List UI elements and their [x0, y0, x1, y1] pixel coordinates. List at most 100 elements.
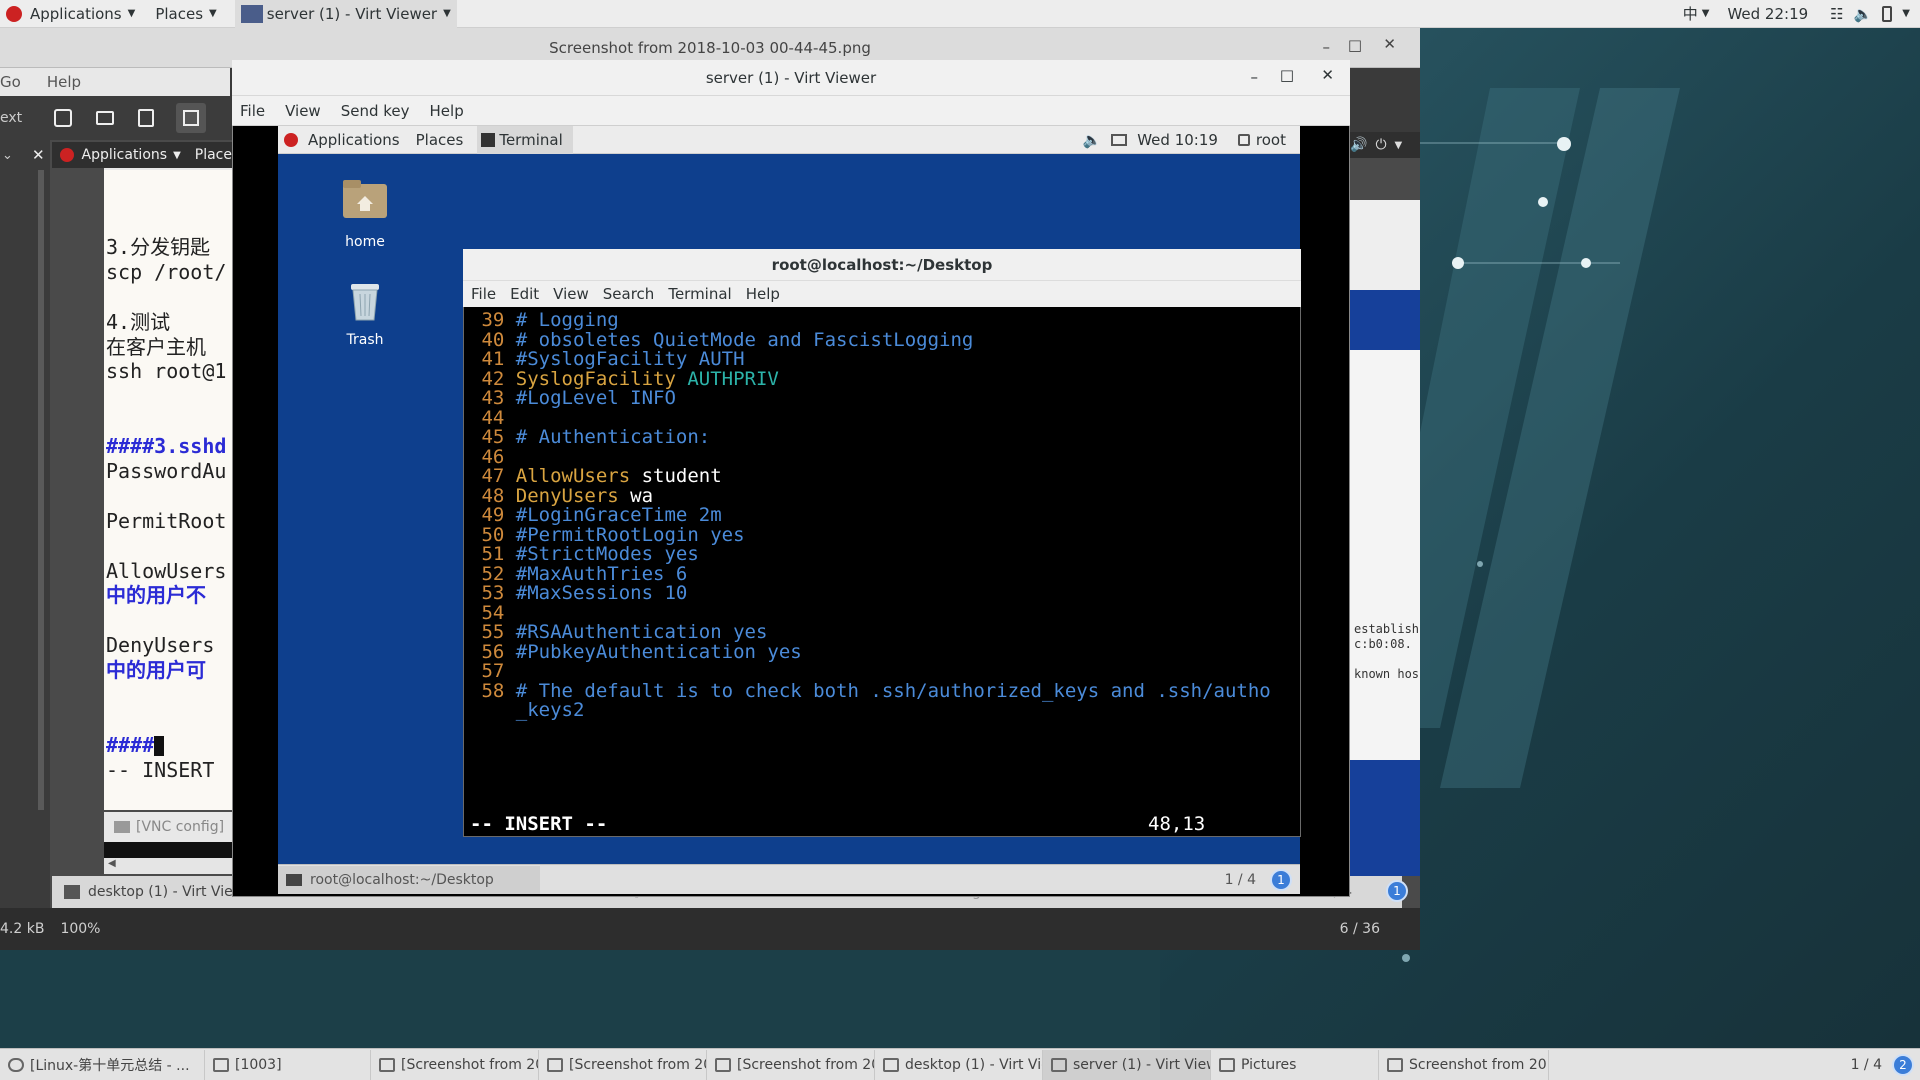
input-method-icon[interactable]: 中	[1683, 3, 1698, 24]
desktop-wallpaper-bottom	[0, 948, 1160, 1048]
code-token: #PubkeyAuthentication yes	[515, 640, 802, 663]
guest-workspace-badge[interactable]: 1	[1270, 868, 1292, 891]
guest-user[interactable]: root	[1256, 131, 1286, 149]
taskbar-item-label: [Linux-第十单元总结 - ...	[30, 1057, 190, 1074]
rotate-tool-icon[interactable]	[138, 109, 155, 127]
places-menu[interactable]: Places	[155, 5, 203, 23]
taskbar-item-label: [Screenshot from 2018...	[737, 1056, 874, 1073]
guest-datetime[interactable]: Wed 10:19	[1137, 131, 1218, 149]
chevron-down-icon: ▼	[1902, 8, 1910, 19]
gallery-tool-icon[interactable]	[96, 111, 115, 125]
bg-window-topbar-fragment: 🔊 ⏻ ▼	[1344, 132, 1420, 158]
network-icon[interactable]	[1111, 133, 1128, 146]
menu-go[interactable]: Go	[0, 73, 21, 91]
applications-menu[interactable]: Applications	[30, 5, 122, 23]
taskbar-item[interactable]: [Linux-第十单元总结 - ...	[0, 1049, 205, 1080]
taskbar-item[interactable]: server (1) - Virt Viewer	[1043, 1049, 1211, 1080]
battery-icon[interactable]	[1882, 5, 1893, 22]
trash-label: Trash	[346, 332, 384, 348]
prev-tool-icon[interactable]	[54, 109, 73, 127]
bg-line-2: c:b0:08.	[1354, 637, 1412, 651]
menu-file[interactable]: File	[240, 102, 265, 120]
guest-applications[interactable]: Applications	[308, 131, 400, 149]
inner-workspace-badge: 1	[1386, 880, 1408, 902]
close-button[interactable]: ✕	[1383, 35, 1396, 53]
code-line: 45 # Authentication:	[470, 426, 1300, 448]
document-line: ####3.sshd	[106, 434, 227, 459]
chevron-down-icon: ▼	[173, 149, 181, 161]
taskbar-item[interactable]: [Screenshot from 2018...	[707, 1049, 875, 1080]
gnome-topbar: Applications ▼ Places ▼ server (1) - Vir…	[0, 0, 1920, 28]
terminal-menu-search[interactable]: Search	[603, 285, 655, 303]
document-line: AllowUsers	[106, 558, 227, 583]
guest-task-terminal[interactable]: root@localhost:~/Desktop	[278, 865, 540, 894]
workspace-badge[interactable]: 2	[1892, 1053, 1914, 1076]
trash-desktop-icon[interactable]: Trash	[340, 278, 390, 348]
volume-icon[interactable]: 🔈	[1854, 5, 1873, 23]
monitor-icon	[240, 4, 263, 23]
fullscreen-tool-button[interactable]	[176, 103, 207, 133]
volume-icon[interactable]: 🔈	[1083, 131, 1102, 149]
chevron-down-icon: ▼	[443, 8, 451, 19]
window-list-taskbar: [Linux-第十单元总结 - ... [1003] [Screenshot fro…	[0, 1048, 1920, 1080]
image-viewer-icon	[379, 1057, 395, 1072]
inner-topbar: Applications ▼ Place	[52, 142, 232, 168]
guest-topbar: Applications Places Terminal 🔈 Wed 10:19…	[278, 125, 1300, 154]
terminal-menu-edit[interactable]: Edit	[510, 285, 539, 303]
status-zoom: 100%	[60, 921, 101, 937]
active-window-title: server (1) - Virt Viewer	[266, 4, 438, 23]
menu-view[interactable]: View	[285, 102, 321, 120]
code-line: 49 #LoginGraceTime 2m	[470, 504, 1300, 526]
terminal-menu-file[interactable]: File	[471, 285, 496, 303]
taskbar-item-label: Screenshot from 2018-...	[1409, 1056, 1548, 1073]
power-icon: ⏻	[1375, 137, 1387, 153]
menu-help[interactable]: Help	[47, 73, 81, 91]
fullscreen-icon	[183, 110, 200, 126]
document-line: 4.测试	[106, 309, 171, 334]
code-line: 42 SyslogFacility AUTHPRIV	[470, 368, 1300, 390]
terminal-menu-help[interactable]: Help	[746, 285, 780, 303]
redhat-icon	[284, 132, 298, 147]
topbar-datetime[interactable]: Wed 22:19	[1727, 5, 1808, 23]
minimize-button[interactable]: –	[1251, 68, 1259, 86]
menu-help[interactable]: Help	[430, 102, 464, 120]
guest-workspace[interactable]: 1 / 4	[1225, 872, 1256, 888]
bg-window-blue-bottom	[1350, 760, 1420, 876]
terminal-menu-view[interactable]: View	[553, 285, 589, 303]
hscrollbar: ◀	[104, 858, 234, 874]
wifi-icon[interactable]: ☷	[1830, 5, 1843, 23]
guest-places[interactable]: Places	[416, 131, 464, 149]
inner-applications: Applications	[81, 147, 168, 163]
taskbar-item[interactable]: [Screenshot from 2018...	[371, 1049, 539, 1080]
taskbar-item[interactable]: Screenshot from 2018-...	[1379, 1049, 1549, 1080]
close-button[interactable]: ✕	[1321, 66, 1334, 84]
vim-editor[interactable]: 39 # Logging 40 # obsoletes QuietMode an…	[470, 309, 1300, 837]
guest-terminal-task-label: Terminal	[499, 130, 563, 149]
taskbar-item[interactable]: desktop (1) - Virt Viewer	[875, 1049, 1043, 1080]
taskbar-item-label: desktop (1) - Virt Viewer	[905, 1056, 1042, 1073]
terminal-menu-terminal[interactable]: Terminal	[668, 285, 731, 303]
folder-icon	[1219, 1057, 1235, 1072]
home-desktop-icon[interactable]: home	[340, 176, 390, 250]
guest-terminal-task[interactable]: Terminal	[477, 125, 573, 154]
maximize-button[interactable]: □	[1280, 66, 1294, 84]
trash-icon	[351, 284, 379, 321]
document-text: 3.分发钥匙 scp /root/4.测试 在客户主机 ssh root@1 ####3…	[104, 170, 234, 810]
menu-send-key[interactable]: Send key	[341, 102, 410, 120]
taskbar-item[interactable]: [1003]	[205, 1049, 371, 1080]
taskbar-item[interactable]: [Screenshot from 2018...	[539, 1049, 707, 1080]
inner-black-strip	[104, 842, 234, 858]
code-line: 44	[470, 407, 1300, 429]
workspace-indicator[interactable]: 1 / 4	[1851, 1057, 1882, 1073]
taskbar-item[interactable]: Pictures	[1211, 1049, 1379, 1080]
chevron-down-icon: ▼	[1394, 139, 1403, 151]
image-viewer-icon	[547, 1057, 563, 1072]
vnc-icon	[114, 821, 130, 833]
active-window-menu[interactable]: server (1) - Virt Viewer ▼	[234, 0, 457, 28]
image-viewer-toolbar: ext	[0, 96, 230, 140]
maximize-button[interactable]: □	[1348, 36, 1362, 54]
terminal-title: root@localhost:~/Desktop	[771, 255, 993, 274]
minimize-button[interactable]: –	[1323, 38, 1331, 56]
